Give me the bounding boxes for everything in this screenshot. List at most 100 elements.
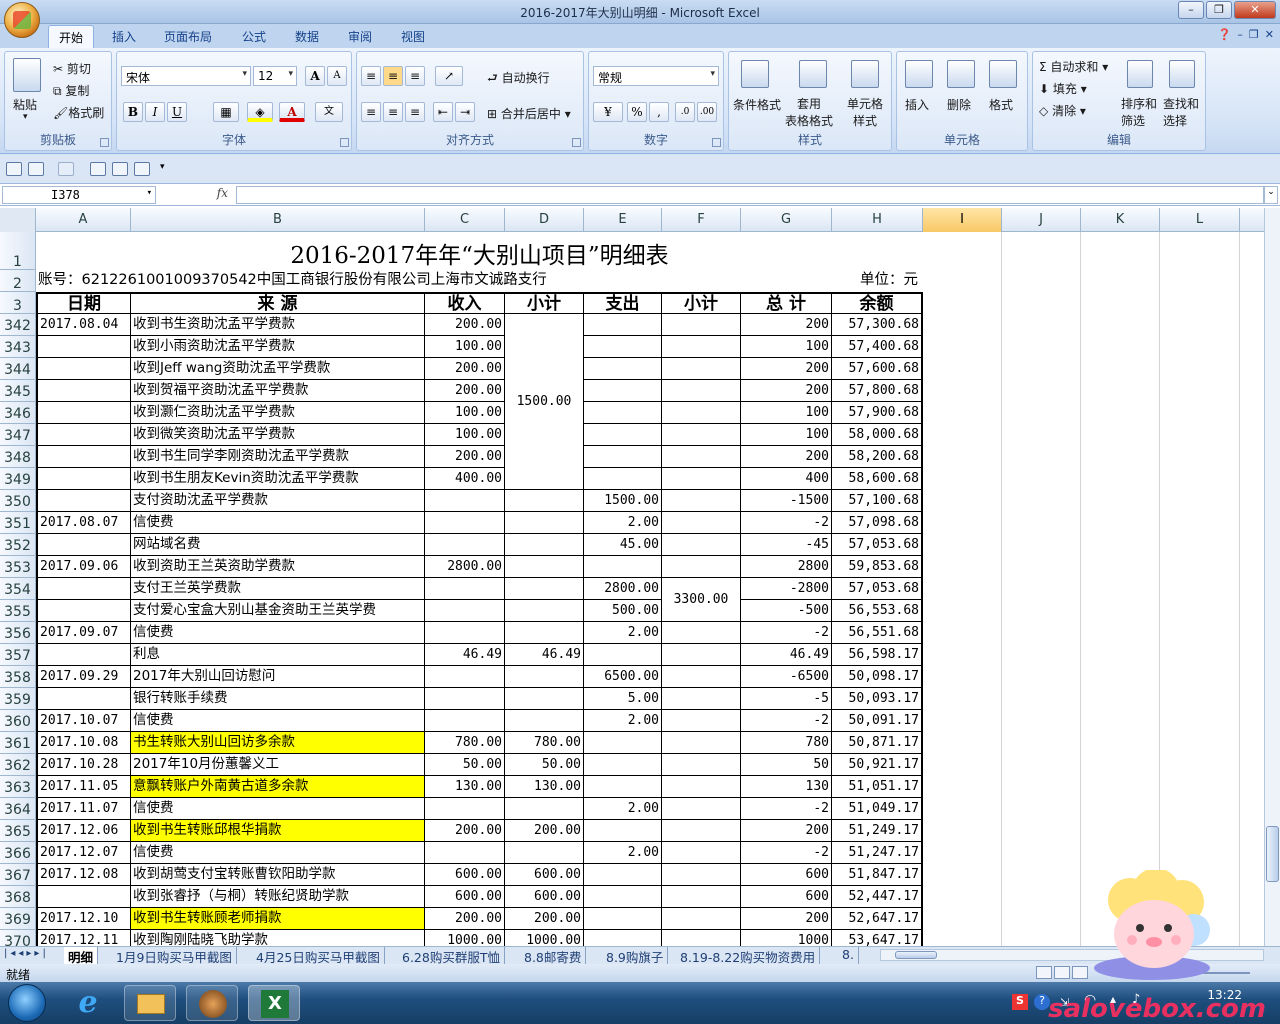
cell-c-344[interactable]: 200.00 xyxy=(425,358,505,380)
start-button[interactable] xyxy=(8,984,46,1022)
page-layout-view-icon[interactable] xyxy=(1054,966,1070,979)
cell-g-348[interactable]: 200 xyxy=(741,446,832,468)
cell-a-347[interactable] xyxy=(36,424,131,446)
cell-h-355[interactable]: 56,553.68 xyxy=(832,600,923,622)
cell-e-365[interactable] xyxy=(584,820,662,842)
row-header-349[interactable]: 349 xyxy=(0,468,36,490)
cell-e-354[interactable]: 2800.00 xyxy=(584,578,662,600)
cell-h-368[interactable]: 52,447.17 xyxy=(832,886,923,908)
column-title-6[interactable]: 总 计 xyxy=(741,292,832,314)
cell-c-369[interactable]: 200.00 xyxy=(425,908,505,930)
cell-g-361[interactable]: 780 xyxy=(741,732,832,754)
cell-g-359[interactable]: -5 xyxy=(741,688,832,710)
excel-taskbar-button[interactable]: X xyxy=(248,985,300,1021)
row-header-347[interactable]: 347 xyxy=(0,424,36,446)
cell-b-364[interactable]: 信使费 xyxy=(131,798,425,820)
customize-qat-icon[interactable]: ▾ xyxy=(160,162,165,172)
cell-h-357[interactable]: 56,598.17 xyxy=(832,644,923,666)
cell-e-367[interactable] xyxy=(584,864,662,886)
cell-d-359[interactable] xyxy=(505,688,584,710)
column-header-h[interactable]: H xyxy=(832,208,923,232)
cell-f-363[interactable] xyxy=(662,776,741,798)
normal-view-icon[interactable] xyxy=(1036,966,1052,979)
cell-d-351[interactable] xyxy=(505,512,584,534)
cell-b-352[interactable]: 网站域名费 xyxy=(131,534,425,556)
row-header-342[interactable]: 342 xyxy=(0,314,36,336)
minimize-button[interactable]: – xyxy=(1178,1,1204,19)
cell-c-368[interactable]: 600.00 xyxy=(425,886,505,908)
row-header-352[interactable]: 352 xyxy=(0,534,36,556)
cell-h-348[interactable]: 58,200.68 xyxy=(832,446,923,468)
cell-e-359[interactable]: 5.00 xyxy=(584,688,662,710)
cell-f-350[interactable] xyxy=(662,490,741,512)
cell-b-360[interactable]: 信使费 xyxy=(131,710,425,732)
conditional-format-button[interactable]: 条件格式 xyxy=(733,96,781,113)
cell-a-364[interactable]: 2017.11.07 xyxy=(36,798,131,820)
cell-f-352[interactable] xyxy=(662,534,741,556)
row-header-362[interactable]: 362 xyxy=(0,754,36,776)
cell-f-364[interactable] xyxy=(662,798,741,820)
office-button[interactable] xyxy=(4,2,40,38)
cell-h-354[interactable]: 57,053.68 xyxy=(832,578,923,600)
paste-button[interactable]: 粘贴 xyxy=(13,96,37,113)
cell-h-360[interactable]: 50,091.17 xyxy=(832,710,923,732)
cell-g-365[interactable]: 200 xyxy=(741,820,832,842)
cell-f-347[interactable] xyxy=(662,424,741,446)
cell-e-345[interactable] xyxy=(584,380,662,402)
internet-explorer-icon[interactable]: e xyxy=(70,986,106,1020)
cell-c-343[interactable]: 100.00 xyxy=(425,336,505,358)
cell-d-357[interactable]: 46.49 xyxy=(505,644,584,666)
cell-e-352[interactable]: 45.00 xyxy=(584,534,662,556)
clear-button[interactable]: ◇ 清除 ▾ xyxy=(1039,102,1086,119)
row-header-365[interactable]: 365 xyxy=(0,820,36,842)
cell-b-369[interactable]: 收到书生转账顾老师捐款 xyxy=(131,908,425,930)
cell-c-353[interactable]: 2800.00 xyxy=(425,556,505,578)
redo-icon[interactable] xyxy=(58,162,74,176)
tab-home[interactable]: 开始 xyxy=(48,25,95,49)
row-header-344[interactable]: 344 xyxy=(0,358,36,380)
italic-button[interactable]: I xyxy=(145,102,165,122)
merged-cell-d342-d349[interactable]: 1500.00 xyxy=(505,314,584,490)
fill-button[interactable]: ⬇ 填充 ▾ xyxy=(1039,80,1087,97)
cell-g-349[interactable]: 400 xyxy=(741,468,832,490)
cell-b-358[interactable]: 2017年大别山回访慰问 xyxy=(131,666,425,688)
align-left-button[interactable]: ≡ xyxy=(361,102,381,122)
cell-d-350[interactable] xyxy=(505,490,584,512)
cell-b-361[interactable]: 书生转账大别山回访多余款 xyxy=(131,732,425,754)
cell-b-366[interactable]: 信使费 xyxy=(131,842,425,864)
number-format-select[interactable]: 常规 xyxy=(593,66,719,86)
row-header-359[interactable]: 359 xyxy=(0,688,36,710)
row-header-369[interactable]: 369 xyxy=(0,908,36,930)
decrease-indent-button[interactable]: ⇤ xyxy=(433,102,453,122)
cell-g-347[interactable]: 100 xyxy=(741,424,832,446)
cell-b-349[interactable]: 收到书生朋友Kevin资助沈孟平学费款 xyxy=(131,468,425,490)
cell-f-370[interactable] xyxy=(662,930,741,946)
cell-a-351[interactable]: 2017.08.07 xyxy=(36,512,131,534)
cell-h-347[interactable]: 58,000.68 xyxy=(832,424,923,446)
media-taskbar-button[interactable] xyxy=(186,985,238,1021)
cell-c-346[interactable]: 100.00 xyxy=(425,402,505,424)
cell-g-351[interactable]: -2 xyxy=(741,512,832,534)
cell-h-350[interactable]: 57,100.68 xyxy=(832,490,923,512)
cell-c-367[interactable]: 600.00 xyxy=(425,864,505,886)
cell-c-365[interactable]: 200.00 xyxy=(425,820,505,842)
cell-h-369[interactable]: 52,647.17 xyxy=(832,908,923,930)
align-middle-button[interactable]: ≡ xyxy=(383,66,403,86)
cell-b-353[interactable]: 收到资助王兰英资助学费款 xyxy=(131,556,425,578)
cell-c-362[interactable]: 50.00 xyxy=(425,754,505,776)
cell-a-369[interactable]: 2017.12.10 xyxy=(36,908,131,930)
cell-a-360[interactable]: 2017.10.07 xyxy=(36,710,131,732)
wrap-text-button[interactable]: ⮐ 自动换行 xyxy=(487,69,550,90)
close-button[interactable]: ✕ xyxy=(1234,1,1276,19)
cell-c-356[interactable] xyxy=(425,622,505,644)
cell-c-342[interactable]: 200.00 xyxy=(425,314,505,336)
formula-input[interactable] xyxy=(236,186,1264,204)
cell-c-345[interactable]: 200.00 xyxy=(425,380,505,402)
cell-d-360[interactable] xyxy=(505,710,584,732)
align-right-button[interactable]: ≡ xyxy=(405,102,425,122)
cell-g-352[interactable]: -45 xyxy=(741,534,832,556)
cell-e-344[interactable] xyxy=(584,358,662,380)
cell-g-367[interactable]: 600 xyxy=(741,864,832,886)
column-header-g[interactable]: G xyxy=(741,208,832,232)
format-painter-button[interactable]: 🖌格式刷 xyxy=(53,104,104,121)
